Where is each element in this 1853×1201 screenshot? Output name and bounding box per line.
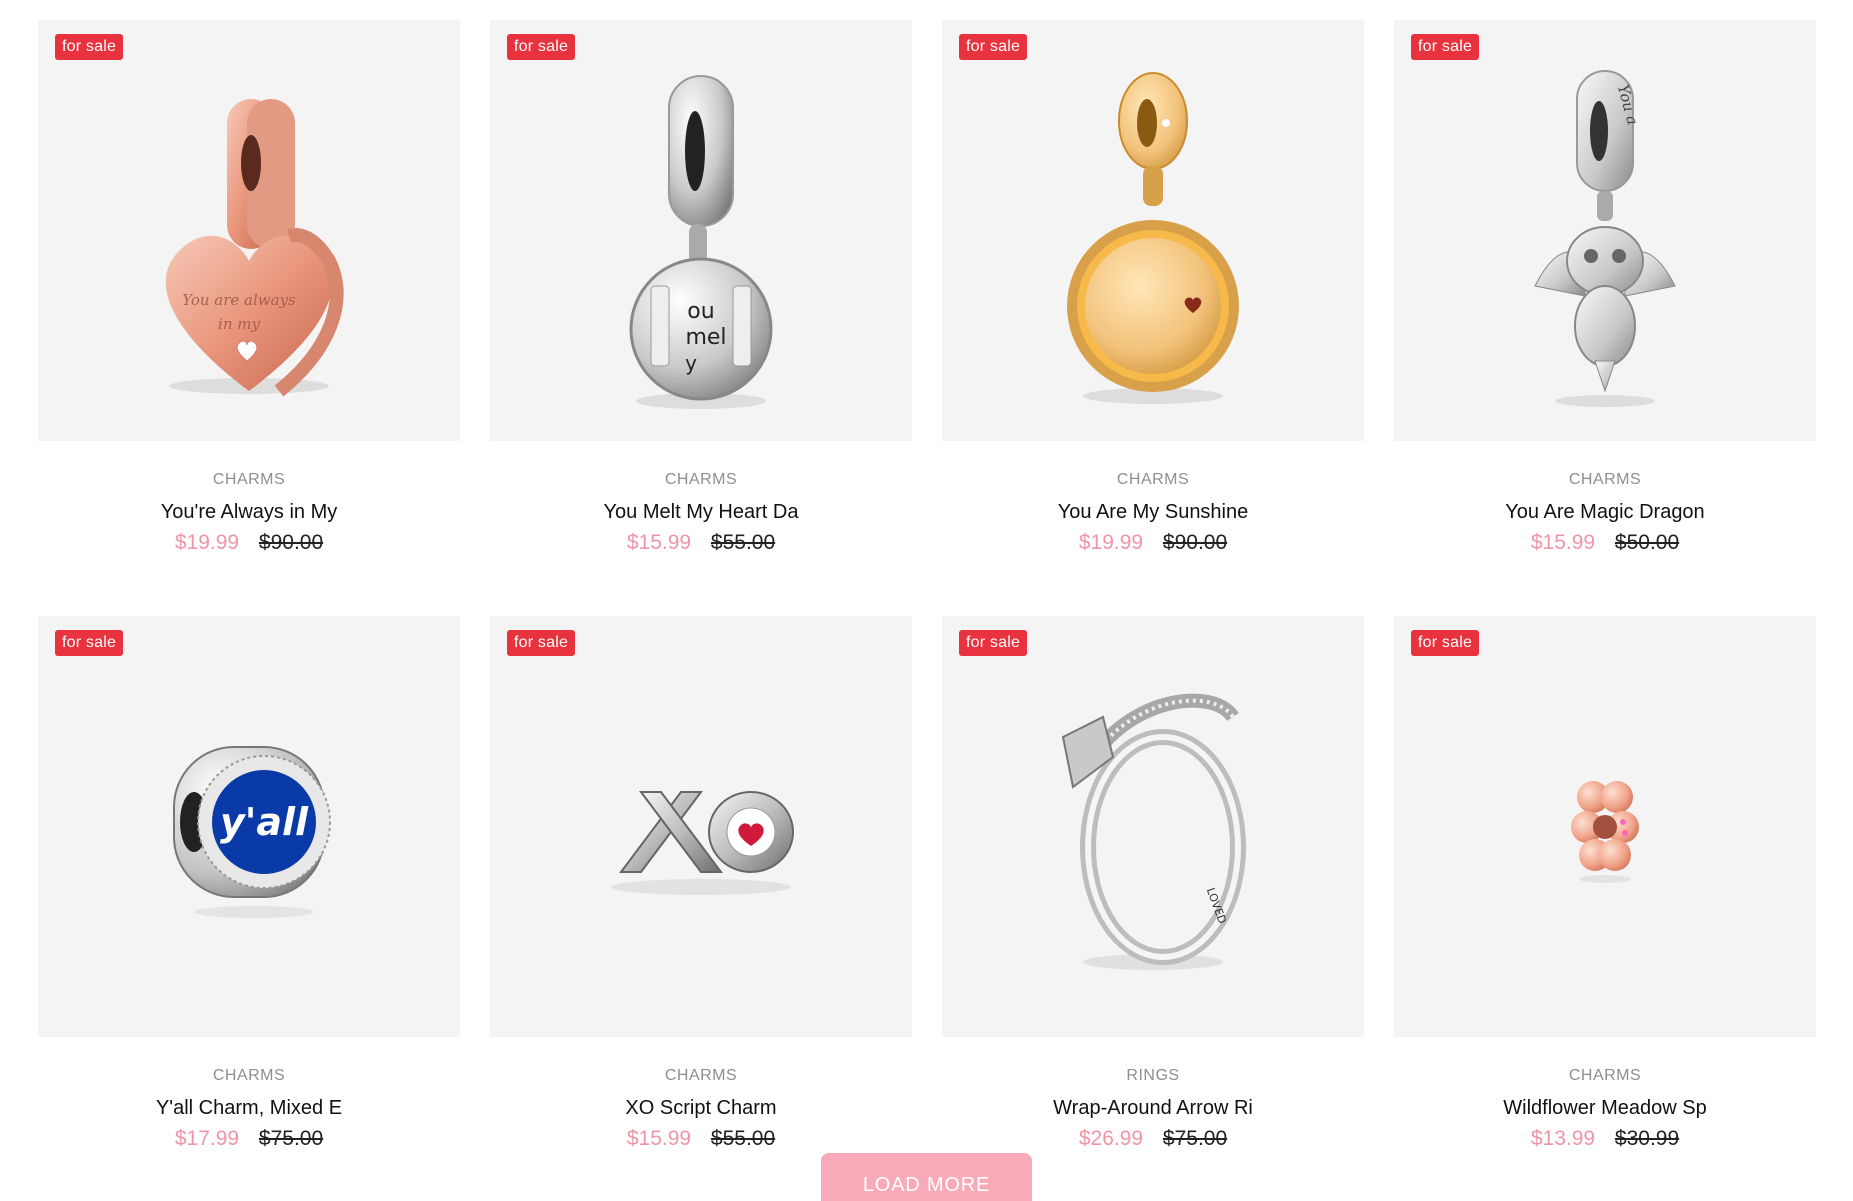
silver-round-dangle-charm-icon: ou mel y	[629, 74, 773, 409]
original-price: $55.00	[710, 1127, 776, 1150]
sale-price: $26.99	[1078, 1127, 1144, 1150]
product-image-frame[interactable]: for sale You a	[1394, 20, 1816, 441]
original-price: $50.00	[1614, 531, 1680, 554]
product-category: CHARMS	[664, 471, 738, 488]
silver-dragon-charm-icon: You a	[1534, 69, 1676, 407]
sale-badge: for sale	[959, 34, 1028, 60]
original-price: $30.99	[1614, 1127, 1680, 1150]
product-card[interactable]: for sale You a CHARMS You Are Magic Drag…	[1394, 20, 1816, 616]
load-more-button[interactable]: LOAD MORE	[821, 1153, 1032, 1201]
product-category: CHARMS	[212, 1067, 286, 1084]
product-category: CHARMS	[1116, 471, 1190, 488]
sale-badge: for sale	[1411, 34, 1480, 60]
sale-badge: for sale	[959, 630, 1028, 656]
sale-price: $19.99	[1078, 531, 1144, 554]
sale-price: $19.99	[174, 531, 240, 554]
product-image-frame[interactable]: for sale ou mel y	[490, 20, 912, 441]
flower-spacer-charm-icon	[1571, 780, 1639, 883]
product-image-frame[interactable]: for sale	[490, 616, 912, 1037]
sale-price: $13.99	[1530, 1127, 1596, 1150]
product-card[interactable]: for sale CHARMS Wildflower Meadow Sp $13…	[1394, 616, 1816, 1201]
original-price: $90.00	[258, 531, 324, 554]
product-image-frame[interactable]: for sale	[942, 20, 1364, 441]
product-category: RINGS	[1126, 1067, 1180, 1084]
sale-badge: for sale	[55, 630, 124, 656]
product-card[interactable]: for sale y'all CHARMS Y'all Charm, Mixed…	[38, 616, 460, 1201]
product-title[interactable]: You Are Magic Dragon	[1394, 499, 1816, 525]
original-price: $55.00	[710, 531, 776, 554]
product-title[interactable]: You Melt My Heart Da	[490, 499, 912, 525]
product-image-frame[interactable]: for sale	[1394, 616, 1816, 1037]
rose-gold-heart-charm-icon: You are always in my	[165, 98, 344, 396]
product-grid: for sale You are always in my CHARMS You…	[38, 20, 1816, 1201]
sale-badge: for sale	[507, 630, 576, 656]
product-card[interactable]: for sale LOVED RINGS Wrap-Around Arrow R…	[942, 616, 1364, 1201]
product-category: CHARMS	[1568, 1067, 1642, 1084]
product-category: CHARMS	[1568, 471, 1642, 488]
original-price: $75.00	[1162, 1127, 1228, 1150]
product-title[interactable]: You Are My Sunshine	[942, 499, 1364, 525]
sale-price: $17.99	[174, 1127, 240, 1150]
heart-engraving-line2: in my	[218, 315, 260, 333]
product-title[interactable]: Y'all Charm, Mixed E	[38, 1095, 460, 1121]
product-category: CHARMS	[212, 471, 286, 488]
product-category: CHARMS	[664, 1067, 738, 1084]
arrow-ring-icon: LOVED	[1061, 693, 1246, 970]
yall-text: y'all	[220, 800, 309, 844]
product-card[interactable]: for sale CHARMS You Are My Sunshine $19.…	[942, 20, 1364, 616]
product-image-frame[interactable]: for sale y'all	[38, 616, 460, 1037]
gold-sun-dangle-charm-icon	[1067, 71, 1239, 404]
yall-blue-charm-icon: y'all	[173, 745, 331, 918]
melt-engraving-line3: y	[685, 351, 697, 375]
product-title[interactable]: Wildflower Meadow Sp	[1394, 1095, 1816, 1121]
product-image-frame[interactable]: for sale LOVED	[942, 616, 1364, 1037]
product-title[interactable]: Wrap-Around Arrow Ri	[942, 1095, 1364, 1121]
heart-engraving-line1: You are always	[182, 291, 296, 309]
sale-badge: for sale	[507, 34, 576, 60]
product-card[interactable]: for sale CHARMS XO Script Charm $15.99 $…	[490, 616, 912, 1201]
sale-price: $15.99	[1530, 531, 1596, 554]
product-title[interactable]: You're Always in My	[38, 499, 460, 525]
sale-price: $15.99	[626, 1127, 692, 1150]
sale-badge: for sale	[1411, 630, 1480, 656]
product-card[interactable]: for sale ou mel y CHARMS You Melt My Hea…	[490, 20, 912, 616]
product-image-frame[interactable]: for sale You are always in my	[38, 20, 460, 441]
melt-engraving-line1: ou	[687, 299, 714, 324]
melt-engraving-line2: mel	[685, 325, 726, 350]
xo-charm-icon	[611, 790, 794, 895]
product-title[interactable]: XO Script Charm	[490, 1095, 912, 1121]
sale-badge: for sale	[55, 34, 124, 60]
original-price: $90.00	[1162, 531, 1228, 554]
sale-price: $15.99	[626, 531, 692, 554]
original-price: $75.00	[258, 1127, 324, 1150]
product-card[interactable]: for sale You are always in my CHARMS You…	[38, 20, 460, 616]
